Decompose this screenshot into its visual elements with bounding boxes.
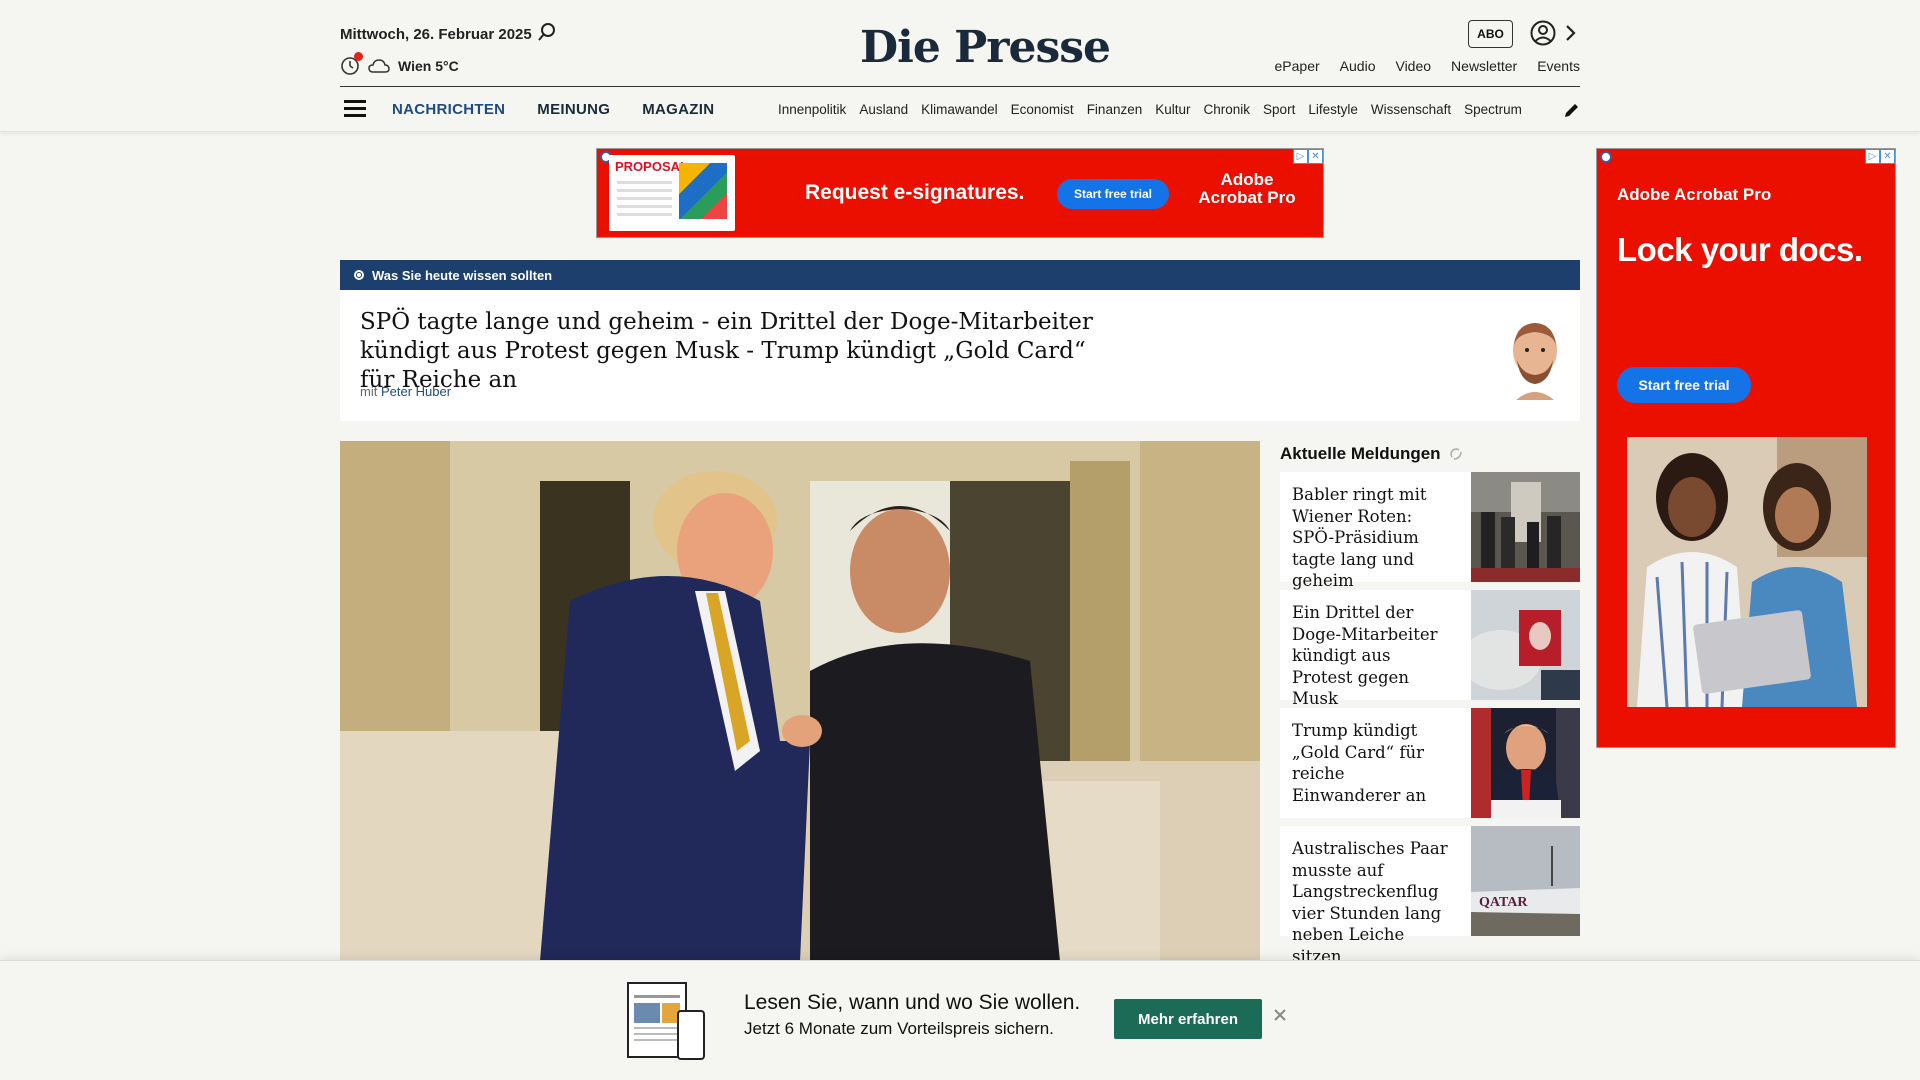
site-header: Mittwoch, 26. Februar 2025 Wien 5°C Die … — [0, 0, 1920, 132]
news-item-image — [1471, 472, 1580, 582]
nav-nachrichten[interactable]: NACHRICHTEN — [392, 101, 505, 118]
news-item-title: Babler ringt mit Wiener Roten: SPÖ-Präsi… — [1292, 485, 1427, 590]
ad-close-icon[interactable]: ✕ — [1308, 149, 1323, 164]
current-date: Mittwoch, 26. Februar 2025 — [340, 26, 532, 43]
briefing-bar: Was Sie heute wissen sollten — [340, 260, 1580, 290]
nav-spectrum[interactable]: Spectrum — [1464, 102, 1522, 117]
nav-economist[interactable]: Economist — [1011, 102, 1074, 117]
ad-proposal-image: PROPOSAL — [609, 155, 735, 231]
ad-proposal-label: PROPOSAL — [615, 159, 688, 174]
main-nav: NACHRICHTEN MEINUNG MAGAZIN — [392, 101, 714, 118]
ad-banner[interactable]: PROPOSAL Request e-signatures. Start fre… — [596, 148, 1324, 238]
search-icon[interactable] — [537, 22, 557, 42]
briefing-bar-label: Was Sie heute wissen sollten — [372, 267, 553, 283]
pencil-icon[interactable] — [1562, 100, 1582, 120]
nav-ausland[interactable]: Ausland — [859, 102, 908, 117]
chevron-right-icon[interactable] — [1564, 24, 1576, 42]
link-epaper[interactable]: ePaper — [1275, 58, 1320, 74]
daily-briefing[interactable]: Was Sie heute wissen sollten SPÖ tagte l… — [340, 260, 1580, 421]
news-item-title: Trump kündigt „Gold Card“ für reiche Ein… — [1292, 721, 1427, 805]
nav-kultur[interactable]: Kultur — [1155, 102, 1190, 117]
weather-widget[interactable]: Wien 5°C — [340, 52, 459, 76]
subscription-bar: Lesen Sie, wann und wo Sie wollen. Jetzt… — [0, 960, 1920, 1080]
nav-klimawandel[interactable]: Klimawandel — [921, 102, 998, 117]
abo-button[interactable]: ABO — [1468, 20, 1513, 48]
ad-headline: Request e-signatures. — [805, 181, 1025, 204]
menu-icon[interactable] — [344, 100, 366, 118]
weather-label: Wien 5°C — [398, 58, 459, 74]
ad-headline: Lock your docs. — [1617, 231, 1863, 268]
svg-text:QATAR: QATAR — [1479, 895, 1528, 910]
promo-headline: Lesen Sie, wann und wo Sie wollen. — [744, 991, 1081, 1014]
nav-sport[interactable]: Sport — [1263, 102, 1295, 117]
ad-info-icon[interactable]: ▷ — [1293, 149, 1308, 164]
close-icon[interactable] — [1270, 1005, 1290, 1025]
mehr-erfahren-button[interactable]: Mehr erfahren — [1114, 999, 1262, 1039]
news-item[interactable]: Trump kündigt „Gold Card“ für reiche Ein… — [1280, 708, 1580, 818]
news-item[interactable]: Babler ringt mit Wiener Roten: SPÖ-Präsi… — [1280, 472, 1580, 590]
link-events[interactable]: Events — [1537, 58, 1580, 74]
news-title-label: Aktuelle Meldungen — [1280, 444, 1441, 463]
link-audio[interactable]: Audio — [1340, 58, 1376, 74]
news-item-image: QATAR — [1471, 826, 1580, 936]
ad-brand: Adobe Acrobat Pro — [1198, 170, 1296, 207]
briefing-dot-icon — [354, 270, 364, 280]
hero-image[interactable] — [340, 441, 1260, 961]
user-account-icon[interactable] — [1530, 20, 1556, 46]
tablet-phone-icon — [627, 982, 705, 1060]
site-logo[interactable]: Die Presse — [860, 22, 1111, 73]
byline-prefix: mit — [360, 384, 378, 399]
news-item-image — [1471, 590, 1580, 700]
briefing-title[interactable]: SPÖ tagte lange und geheim - ein Drittel… — [360, 308, 1120, 395]
ad-info-icon[interactable]: ▷ — [1865, 149, 1880, 164]
news-item[interactable]: Australisches Paar musste auf Langstreck… — [1280, 826, 1580, 966]
nav-wissenschaft[interactable]: Wissenschaft — [1371, 102, 1451, 117]
news-item[interactable]: Ein Drittel der Doge-Mitarbeiter kündigt… — [1280, 590, 1580, 708]
news-item-title: Australisches Paar musste auf Langstreck… — [1292, 839, 1448, 966]
clock-icon — [340, 52, 363, 76]
ad-photo — [1627, 437, 1867, 707]
ad-start-trial-button[interactable]: Start free trial — [1057, 179, 1169, 209]
section-nav: Innenpolitik Ausland Klimawandel Economi… — [778, 102, 1544, 117]
ad-close-icon[interactable]: ✕ — [1880, 149, 1895, 164]
ad-brand: Adobe Acrobat Pro — [1617, 185, 1772, 204]
byline-author[interactable]: Peter Huber — [381, 384, 451, 399]
ad-skyscraper[interactable]: ▷ ✕ Adobe Acrobat Pro Lock your docs. St… — [1596, 148, 1896, 748]
notification-dot — [354, 52, 363, 61]
promo-subline: Jetzt 6 Monate zum Vorteilspreis sichern… — [744, 1019, 1054, 1038]
header-divider — [340, 86, 1580, 87]
news-item-image — [1471, 708, 1580, 818]
page: Mittwoch, 26. Februar 2025 Wien 5°C Die … — [0, 0, 1920, 1080]
ad-start-trial-button[interactable]: Start free trial — [1617, 367, 1751, 403]
nav-lifestyle[interactable]: Lifestyle — [1308, 102, 1358, 117]
briefing-byline: mit Peter Huber — [360, 384, 451, 399]
news-section-title: Aktuelle Meldungen — [1280, 444, 1463, 464]
nav-innenpolitik[interactable]: Innenpolitik — [778, 102, 846, 117]
adchoices-icon[interactable] — [1600, 151, 1612, 163]
nav-magazin[interactable]: MAGAZIN — [642, 101, 714, 118]
header-inner: Mittwoch, 26. Februar 2025 Wien 5°C Die … — [340, 0, 1580, 132]
top-links: ePaper Audio Video Newsletter Events — [1275, 58, 1580, 74]
news-item-title: Ein Drittel der Doge-Mitarbeiter kündigt… — [1292, 603, 1438, 708]
nav-meinung[interactable]: MEINUNG — [537, 101, 610, 118]
author-avatar — [1513, 323, 1557, 400]
nav-finanzen[interactable]: Finanzen — [1087, 102, 1143, 117]
cloud-icon — [368, 59, 390, 73]
link-newsletter[interactable]: Newsletter — [1451, 58, 1517, 74]
pulse-icon — [1449, 448, 1462, 460]
link-video[interactable]: Video — [1395, 58, 1431, 74]
nav-chronik[interactable]: Chronik — [1204, 102, 1251, 117]
